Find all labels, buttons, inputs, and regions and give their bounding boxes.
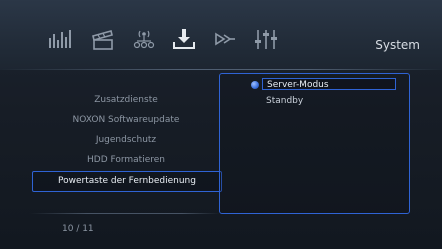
page-indicator: 10 / 11 — [62, 224, 94, 234]
sliders-icon[interactable] — [253, 28, 279, 50]
menu-item-jugendschutz[interactable]: Jugendschutz — [36, 132, 216, 148]
menu-item-hdd-formatieren[interactable]: HDD Formatieren — [36, 152, 216, 168]
clapperboard-icon[interactable] — [90, 28, 116, 50]
download-icon[interactable] — [171, 28, 197, 50]
menu-item-noxon-softwareupdate[interactable]: NOXON Softwareupdate — [36, 112, 216, 128]
page-title: System — [375, 38, 420, 52]
radio-selected-icon — [251, 81, 259, 89]
option-standby[interactable]: Standby — [266, 95, 386, 107]
menu-item-zusatzdienste[interactable]: Zusatzdienste — [36, 92, 216, 108]
option-server-modus[interactable]: Server-Modus — [262, 78, 396, 90]
wireless-network-icon[interactable] — [131, 28, 157, 50]
equalizer-icon[interactable] — [48, 28, 74, 50]
arrow-forward-icon[interactable] — [212, 28, 238, 50]
menu-item-powertaste-der-fernbedienung[interactable]: Powertaste der Fernbedienung — [32, 171, 222, 192]
screen: System Zusatzdienste NOXON Softwareupdat… — [0, 0, 442, 249]
footer-divider — [30, 213, 220, 214]
header-divider — [0, 69, 442, 70]
top-bar: System — [0, 0, 442, 70]
